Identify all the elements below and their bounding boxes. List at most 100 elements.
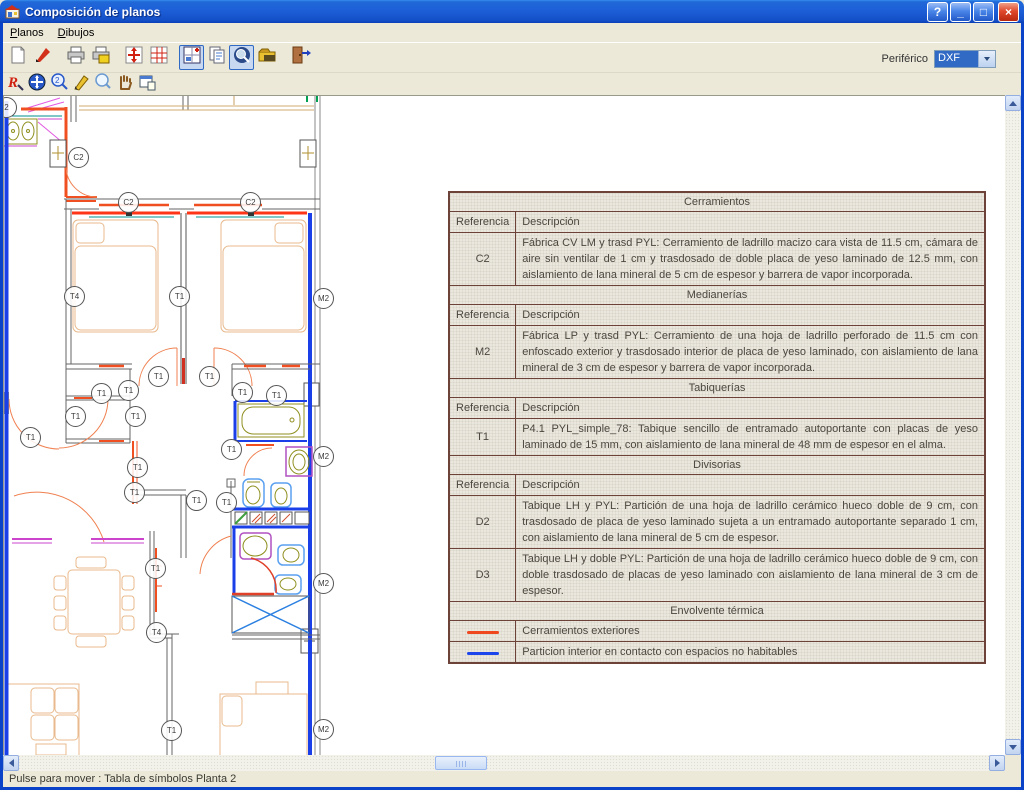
- compose-layout-button[interactable]: [179, 45, 204, 70]
- drawing-canvas[interactable]: 2C2C2C2T4T1M2T1T1T1T1T1T1T1T1T1T1M2T1T1T…: [3, 95, 1005, 755]
- window-copy-button[interactable]: [136, 74, 158, 95]
- print-options-button[interactable]: [88, 45, 113, 70]
- plan-ref-label: T1: [148, 366, 169, 387]
- plan-ref-label: T1: [186, 490, 207, 511]
- export-icon: [256, 44, 278, 71]
- help-button[interactable]: ?: [927, 2, 948, 22]
- legend-red-line: [467, 631, 499, 634]
- plan-ref-label: C2: [68, 147, 89, 168]
- col-header-ref: Referencia: [449, 398, 516, 419]
- desc-cell: Fábrica LP y trasd PYL: Cerramiento de u…: [516, 326, 985, 379]
- zoom-window-button[interactable]: 2: [48, 74, 70, 95]
- arrow-right-icon: [995, 759, 1000, 767]
- pan-hand-icon: [115, 72, 135, 97]
- print-options-icon: [90, 44, 112, 71]
- copy-drawing-icon: [206, 44, 228, 71]
- zoom-previous-button[interactable]: [92, 74, 114, 95]
- desc-cell: Tabique LH y doble PYL: Partición de una…: [516, 549, 985, 602]
- status-text: Pulse para mover : Tabla de símbolos Pla…: [9, 773, 236, 785]
- table-row: M2 Fábrica LP y trasd PYL: Cerramiento d…: [449, 326, 985, 379]
- scroll-right-button[interactable]: [989, 755, 1005, 771]
- window-copy-icon: [137, 72, 157, 97]
- fit-view-icon: [27, 72, 47, 97]
- peripheral-dropdown-button[interactable]: [978, 51, 995, 67]
- plan-ref-label: M2: [313, 288, 334, 309]
- table-row: C2 Fábrica CV LM y trasd PYL: Cerramient…: [449, 233, 985, 286]
- desc-cell: Tabique LH y PYL: Partición de una hoja …: [516, 496, 985, 549]
- arrow-left-icon: [9, 759, 14, 767]
- scroll-up-button[interactable]: [1005, 95, 1021, 111]
- ref-cell: T1: [449, 419, 516, 456]
- plan-ref-label: M2: [313, 719, 334, 740]
- pan-hand-button[interactable]: [114, 74, 136, 95]
- legend-label: Cerramientos exteriores: [516, 621, 985, 642]
- floor-plan: 2C2C2C2T4T1M2T1T1T1T1T1T1T1T1T1T1M2T1T1T…: [4, 96, 449, 755]
- chevron-down-icon: [984, 57, 990, 61]
- vertical-scrollbar[interactable]: [1005, 95, 1021, 755]
- col-header-ref: Referencia: [449, 212, 516, 233]
- zoom-region-icon: R: [5, 72, 25, 97]
- menu-planos[interactable]: Planos: [3, 25, 51, 41]
- col-header-ref: Referencia: [449, 305, 516, 326]
- plan-ref-label: T1: [118, 380, 139, 401]
- title-bar[interactable]: Composición de planos ? _ □ ×: [0, 0, 1024, 23]
- plan-ref-label: T1: [124, 482, 145, 503]
- plan-ref-label: T1: [221, 439, 242, 460]
- ref-cell: D2: [449, 496, 516, 549]
- frame-arrows-button[interactable]: [121, 45, 146, 70]
- section-title: Tabiquerías: [449, 379, 985, 398]
- scroll-left-button[interactable]: [3, 755, 19, 771]
- section-title: Medianerías: [449, 286, 985, 305]
- plan-ref-label: T1: [127, 457, 148, 478]
- export-button[interactable]: [254, 45, 279, 70]
- frame-grid-button[interactable]: [146, 45, 171, 70]
- plan-ref-label: T4: [146, 622, 167, 643]
- fit-view-button[interactable]: [26, 74, 48, 95]
- zoom-region-button[interactable]: R: [4, 74, 26, 95]
- peripheral-label: Periférico: [882, 53, 928, 65]
- print-preview-button[interactable]: [229, 45, 254, 70]
- maximize-button[interactable]: □: [973, 2, 994, 22]
- close-button[interactable]: ×: [998, 2, 1019, 22]
- col-header-desc: Descripción: [516, 305, 985, 326]
- zoom-previous-icon: [93, 72, 113, 97]
- peripheral-value: DXF: [935, 51, 978, 67]
- legend-blue-line: [467, 652, 499, 655]
- frame-grid-icon: [148, 44, 170, 71]
- ref-cell: D3: [449, 549, 516, 602]
- minimize-button[interactable]: _: [950, 2, 971, 22]
- plan-ref-label: T1: [266, 385, 287, 406]
- legend-row: Cerramientos exteriores: [449, 621, 985, 642]
- plan-ref-label: T1: [125, 406, 146, 427]
- col-header-desc: Descripción: [516, 475, 985, 496]
- redraw-pencil-button[interactable]: [70, 74, 92, 95]
- print-icon: [65, 44, 87, 71]
- peripheral-combobox[interactable]: DXF: [934, 50, 996, 68]
- table-row: D3 Tabique LH y doble PYL: Partición de …: [449, 549, 985, 602]
- print-preview-icon: [231, 44, 253, 71]
- menu-dibujos[interactable]: Dibujos: [51, 25, 102, 41]
- scrollbar-corner: [1005, 755, 1021, 771]
- horizontal-scroll-thumb[interactable]: [435, 756, 487, 770]
- plan-ref-label: T1: [161, 720, 182, 741]
- status-bar: Pulse para mover : Tabla de símbolos Pla…: [3, 771, 1021, 787]
- arrow-up-icon: [1009, 101, 1017, 106]
- horizontal-scrollbar[interactable]: [3, 755, 1005, 771]
- plan-ref-label: T1: [199, 366, 220, 387]
- plan-ref-label: T4: [64, 286, 85, 307]
- section-title: Divisorias: [449, 456, 985, 475]
- compose-layout-icon: [181, 44, 203, 71]
- edit-plan-button[interactable]: [30, 45, 55, 70]
- plan-ref-label: T1: [91, 383, 112, 404]
- scroll-down-button[interactable]: [1005, 739, 1021, 755]
- legend-swatch-cell: [449, 642, 516, 664]
- col-header-desc: Descripción: [516, 398, 985, 419]
- copy-drawing-button[interactable]: [204, 45, 229, 70]
- new-plan-button[interactable]: [5, 45, 30, 70]
- print-button[interactable]: [63, 45, 88, 70]
- symbol-table[interactable]: Cerramientos Referencia Descripción C2 F…: [448, 191, 986, 664]
- main-toolbar: [3, 42, 1021, 72]
- frame-arrows-icon: [123, 44, 145, 71]
- peripheral-selector: Periférico DXF: [882, 50, 996, 68]
- exit-button[interactable]: [287, 45, 312, 70]
